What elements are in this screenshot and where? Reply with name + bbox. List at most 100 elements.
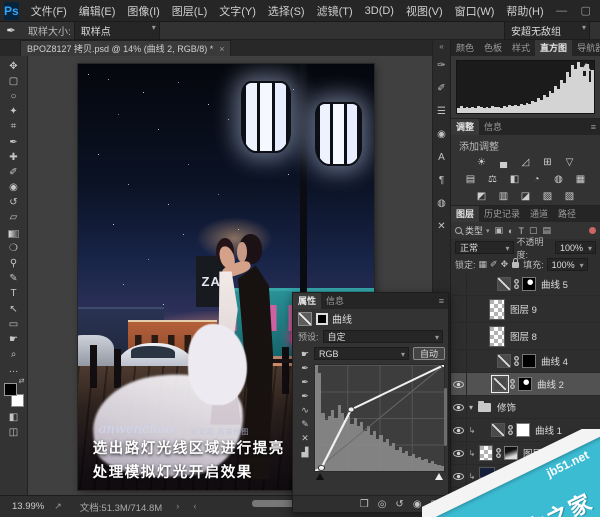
edit-points-icon[interactable]: ∿ (301, 403, 309, 417)
clone-source-panel-icon[interactable]: ◉ (434, 123, 450, 146)
tab-swatches[interactable]: 色板 (479, 40, 507, 56)
hand-tool[interactable]: ☛ (3, 332, 25, 347)
visibility-toggle[interactable] (451, 442, 467, 464)
character-panel-icon[interactable]: A (434, 146, 450, 169)
zoom-tool[interactable]: ⌕ (3, 348, 25, 363)
layer-name[interactable]: 曲线 4 (541, 354, 568, 368)
fill-select[interactable]: 100% ▾ (546, 258, 588, 271)
brush-settings-panel-icon[interactable]: ☰ (434, 100, 450, 123)
histogram-toggle-icon[interactable]: ▟ (302, 445, 309, 459)
filter-pixel-icon[interactable]: ▣ (495, 225, 504, 236)
new-adjustment-button[interactable]: ◐ (505, 509, 510, 517)
export-icon[interactable]: ↗ (54, 501, 62, 512)
visibility-toggle[interactable] (451, 488, 467, 504)
layer-row-curves-1[interactable]: ↳ 曲线 1 (451, 419, 600, 442)
menu-view[interactable]: 视图(V) (400, 3, 449, 19)
levels-icon[interactable]: ▄ (496, 156, 511, 169)
screen-mode-button[interactable]: ◫ (3, 425, 25, 440)
color-balance-icon[interactable]: ⚖ (485, 173, 500, 186)
visibility-toggle[interactable] (451, 323, 467, 349)
layer-name[interactable]: 曲线 2 (537, 377, 564, 391)
rectangle-tool[interactable]: ▭ (3, 317, 25, 332)
panel-scrollbar[interactable] (444, 388, 447, 446)
visibility-toggle[interactable] (451, 465, 467, 487)
collapse-panels-icon[interactable]: « (439, 40, 443, 54)
foreground-color-swatch[interactable] (3, 382, 17, 396)
tab-navigator[interactable]: 导航器 (572, 40, 600, 56)
visibility-toggle[interactable] (451, 373, 467, 395)
color-swatches[interactable]: ⇄ (3, 378, 25, 407)
tab-layers[interactable]: 图层 (451, 206, 480, 222)
white-input-slider[interactable] (435, 473, 443, 480)
sample-size-select[interactable]: 取样点 ▾ (73, 21, 160, 40)
status-popup-arrow[interactable]: › (176, 501, 179, 512)
libraries-panel-icon[interactable]: ◍ (434, 192, 450, 215)
invert-icon[interactable]: ◩ (474, 190, 489, 203)
menu-layer[interactable]: 图层(L) (166, 3, 213, 19)
clipping-warning-icon[interactable] (581, 63, 591, 71)
layer-row-8[interactable]: 图层 8 (451, 323, 600, 350)
tab-adjustments[interactable]: 调整 (451, 119, 480, 135)
menu-3d[interactable]: 3D(D) (359, 5, 400, 17)
tab-paths[interactable]: 路径 (553, 206, 581, 222)
tab-properties[interactable]: 属性 (293, 293, 322, 309)
pen-tool[interactable]: ✎ (3, 272, 25, 287)
layer-row-curves-4[interactable]: 曲线 4 (451, 350, 600, 373)
layer-thumbnail[interactable] (479, 445, 493, 461)
curves-thumbnail[interactable] (491, 423, 505, 437)
history-panel-icon[interactable]: ✑ (434, 54, 450, 77)
tab-close-icon[interactable]: × (219, 44, 224, 54)
crop-tool[interactable]: ⌗ (3, 120, 25, 135)
filter-type-label[interactable]: 类型 (465, 224, 483, 237)
brush-panel-icon[interactable]: ✐ (434, 77, 450, 100)
panel-menu-icon[interactable]: ≡ (591, 122, 600, 132)
layer-effects-button[interactable]: fx (473, 509, 480, 517)
menu-edit[interactable]: 编辑(E) (73, 3, 122, 19)
channel-select[interactable]: RGB ▾ (314, 347, 409, 360)
opacity-select[interactable]: 100% ▾ (554, 241, 596, 254)
tab-history[interactable]: 历史记录 (479, 206, 525, 222)
layer-row-curves-2-selected[interactable]: 曲线 2 (451, 373, 600, 396)
close-panel-icon[interactable]: ✕ (434, 215, 450, 238)
lock-transparency-icon[interactable]: ▦ (479, 259, 488, 270)
tab-histogram[interactable]: 直方图 (535, 40, 573, 56)
view-previous-button[interactable]: ◎ (378, 499, 387, 510)
layer-name[interactable]: 曲线 5 (541, 277, 568, 291)
gradient-map-icon[interactable]: ▨ (540, 190, 555, 203)
reset-button[interactable]: ↺ (395, 499, 403, 510)
menu-file[interactable]: 文件(F) (25, 3, 73, 19)
color-lookup-icon[interactable]: ▦ (573, 173, 588, 186)
black-input-slider[interactable] (316, 473, 324, 480)
layer-name[interactable]: 图层 8 (510, 329, 537, 343)
curves-icon[interactable]: ◿ (518, 156, 533, 169)
menu-filter[interactable]: 滤镜(T) (311, 3, 359, 19)
preset-select[interactable]: 自定 ▾ (322, 330, 443, 343)
visibility-toggle[interactable] (451, 396, 467, 418)
lock-all-icon[interactable] (512, 257, 520, 268)
pencil-icon[interactable]: ✎ (301, 417, 309, 431)
dodge-tool[interactable]: ⚲ (3, 256, 25, 271)
layer-row-9[interactable]: 图层 9 (451, 296, 600, 323)
layer-thumbnail[interactable] (489, 298, 505, 320)
layer-mask-thumbnail[interactable] (504, 492, 518, 504)
vibrance-icon[interactable]: ▽ (562, 156, 577, 169)
quick-mask-button[interactable]: ◧ (3, 410, 25, 425)
layer-thumbnail[interactable] (489, 325, 505, 347)
layer-name[interactable]: 图层 7 (500, 469, 527, 483)
group-expand-icon[interactable]: ▾ (469, 403, 473, 412)
lock-position-icon[interactable]: ✥ (501, 259, 509, 270)
exposure-icon[interactable]: ⊞ (540, 156, 555, 169)
menu-image[interactable]: 图像(I) (121, 3, 165, 19)
menu-help[interactable]: 帮助(H) (500, 3, 549, 19)
menu-window[interactable]: 窗口(W) (449, 3, 501, 19)
menu-select[interactable]: 选择(S) (262, 3, 311, 19)
layer-row-2[interactable]: ↳ 图层 2... (451, 442, 600, 465)
move-tool[interactable]: ✥ (3, 59, 25, 74)
eyedropper-tool[interactable]: ✒ (3, 135, 25, 150)
clone-stamp-tool[interactable]: ◉ (3, 181, 25, 196)
layer-name[interactable]: 图层 9 (510, 302, 537, 316)
curve-grid[interactable] (314, 364, 445, 472)
eyedropper-tool-icon[interactable]: ✒ (0, 24, 22, 37)
tab-styles[interactable]: 样式 (507, 40, 535, 56)
curves-thumbnail[interactable] (491, 375, 509, 393)
